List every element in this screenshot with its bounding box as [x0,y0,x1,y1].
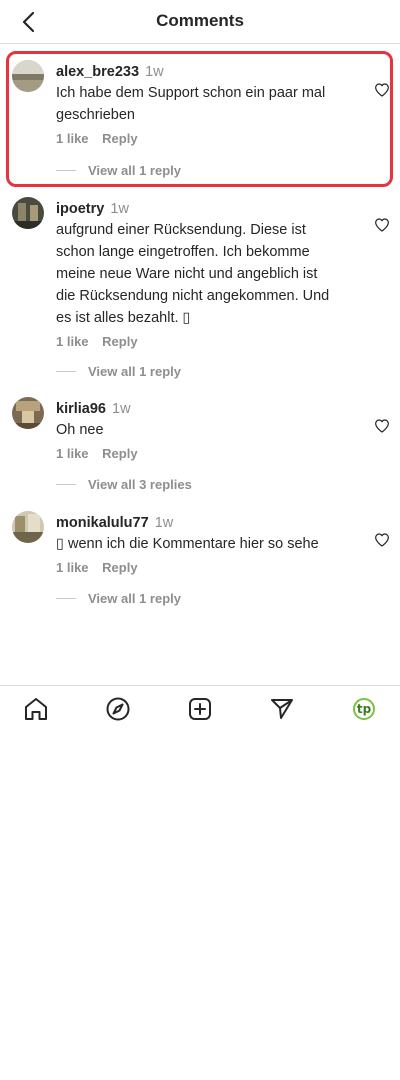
view-replies-label: View all 3 replies [88,477,192,492]
username-link[interactable]: ipoetry [56,201,104,217]
like-count[interactable]: 1 like [56,334,89,349]
comment-text: Ich habe dem Support schon ein paar mal … [56,85,326,123]
comment-meta: 1 like Reply [56,560,356,575]
reply-button[interactable]: Reply [102,334,137,349]
comment-meta: 1 like Reply [56,131,356,146]
view-replies-label: View all 1 reply [88,591,181,606]
comment-meta: 1 like Reply [56,334,356,349]
comment-text: Oh nee [56,422,104,438]
avatar[interactable] [12,197,44,229]
comment-text: aufgrund einer Rücksendung. Diese ist sc… [56,222,330,326]
comment-text: ▯ wenn ich die Kommentare hier so sehe [56,536,319,552]
like-count[interactable]: 1 like [56,446,89,461]
comment-header: kirlia96 1w [56,400,356,418]
heart-icon[interactable] [374,532,390,548]
explore-compass-icon[interactable] [104,695,132,723]
view-replies-label: View all 1 reply [88,163,181,178]
divider [56,484,76,485]
comment-meta: 1 like Reply [56,446,356,461]
reply-button[interactable]: Reply [102,131,137,146]
comment-time: 1w [145,64,164,80]
like-count[interactable]: 1 like [56,131,89,146]
create-plus-icon[interactable] [186,695,214,723]
view-replies-label: View all 1 reply [88,364,181,379]
view-replies-button[interactable]: View all 1 reply [56,364,181,379]
avatar[interactable] [12,60,44,92]
username-link[interactable]: monikalulu77 [56,515,149,531]
username-link[interactable]: kirlia96 [56,401,106,417]
like-count[interactable]: 1 like [56,560,89,575]
view-replies-button[interactable]: View all 1 reply [56,591,181,606]
view-replies-button[interactable]: View all 1 reply [56,163,181,178]
avatar[interactable] [12,511,44,543]
divider [56,170,76,171]
direct-send-icon[interactable] [268,695,296,723]
bottom-nav: tp [0,685,400,733]
profile-badge: tp [353,698,375,720]
avatar[interactable] [12,397,44,429]
heart-icon[interactable] [374,217,390,233]
comment-header: alex_bre233 1w [56,63,356,81]
username-link[interactable]: alex_bre233 [56,64,139,80]
comment-time: 1w [112,401,131,417]
view-replies-button[interactable]: View all 3 replies [56,477,192,492]
home-icon[interactable] [22,695,50,723]
divider [56,598,76,599]
divider [56,371,76,372]
header: Comments [0,0,400,44]
profile-avatar-icon[interactable]: tp [350,695,378,723]
reply-button[interactable]: Reply [102,446,137,461]
heart-icon[interactable] [374,82,390,98]
comment-time: 1w [110,201,129,217]
comment-header: ipoetry 1w [56,200,356,218]
comment-header: monikalulu77 1w [56,514,356,532]
heart-icon[interactable] [374,418,390,434]
reply-button[interactable]: Reply [102,560,137,575]
comment-time: 1w [154,515,174,531]
page-title: Comments [156,11,244,30]
